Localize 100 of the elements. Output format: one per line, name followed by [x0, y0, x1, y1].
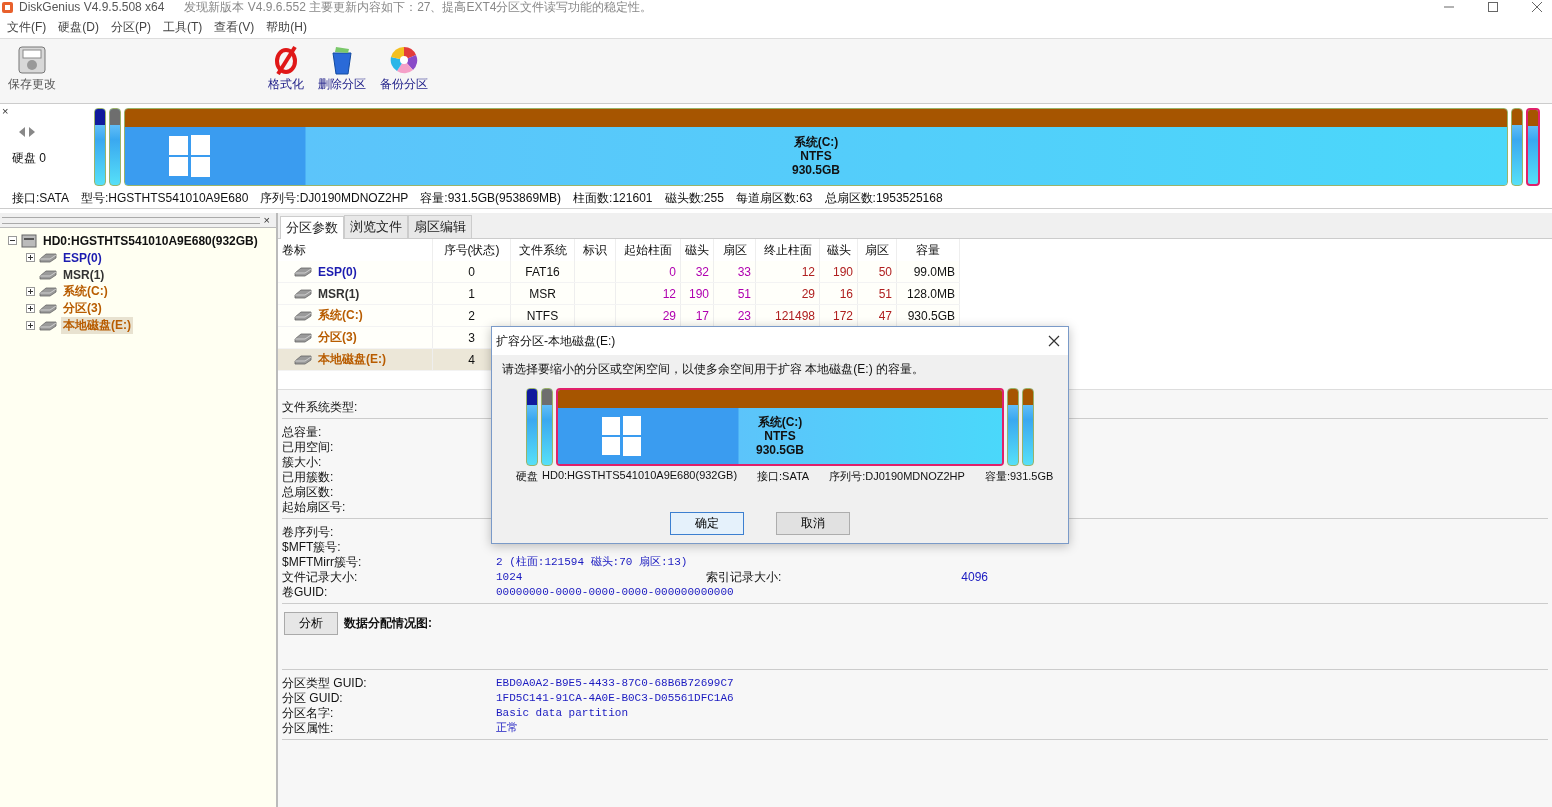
disk-info-text: 接口:SATA — [12, 189, 69, 207]
expand-icon[interactable] — [26, 321, 35, 330]
partition-bar[interactable] — [1511, 108, 1523, 186]
volume-name: 本地磁盘(E:) — [318, 351, 386, 368]
close-icon[interactable] — [1048, 335, 1060, 347]
window-title: DiskGenius V4.9.5.508 x64 — [19, 0, 165, 14]
expand-icon[interactable] — [26, 287, 35, 296]
save-icon[interactable] — [17, 45, 47, 75]
field-value: EBD0A0A2-B9E5-4433-87C0-68B6B72699C7 — [496, 676, 734, 691]
tab[interactable]: 扇区编辑 — [408, 215, 472, 238]
table-row-cell[interactable]: 分区(3) — [278, 326, 433, 349]
menu-item[interactable]: 分区(P) — [106, 18, 156, 36]
partition-bar[interactable] — [526, 388, 538, 466]
field-label: 分区属性: — [282, 721, 335, 736]
menu-item[interactable]: 查看(V) — [209, 18, 260, 36]
disk-info-text: 序列号:DJ0190MDNOZ2HP — [829, 469, 965, 484]
disk-info-text: 型号:HGSTHTS541010A9E680 — [80, 189, 249, 207]
toolbar-button[interactable]: 格式化 — [266, 43, 306, 95]
field-label: 起始扇区号: — [282, 500, 347, 515]
windows-logo-icon — [169, 135, 211, 177]
field-label: 总扇区数: — [282, 485, 335, 500]
close-icon[interactable] — [1532, 2, 1542, 12]
table-cell: 99.0MB — [896, 261, 960, 283]
table-cell: 190 — [819, 261, 858, 283]
collapse-icon[interactable] — [8, 236, 17, 245]
tab[interactable]: 浏览文件 — [344, 215, 408, 238]
update-notice: 发现新版本 V4.9.6.552 主要更新内容如下：27、提高EXT4分区文件读写功能的稳定性。 — [184, 0, 653, 14]
field-label: 文件系统类型: — [282, 400, 359, 415]
panel-grip[interactable] — [2, 216, 260, 224]
menu-item[interactable]: 帮助(H) — [261, 18, 312, 36]
partition-size: 930.5GB — [792, 163, 840, 177]
partition-block[interactable]: 系统(C:) NTFS 930.5GB — [556, 388, 1004, 466]
field-label: 总容量: — [282, 425, 323, 440]
disk-info-text: 柱面数:121601 — [573, 189, 653, 207]
table-row-cell[interactable]: ESP(0) — [278, 261, 433, 283]
field-value: 1024 — [496, 570, 524, 585]
field-label: 簇大小: — [282, 455, 323, 470]
table-cell: 0 — [432, 261, 511, 283]
expand-icon[interactable] — [26, 304, 35, 313]
disk-info-text: 接口:SATA — [757, 469, 810, 484]
disk-info-text: 每道扇区数:63 — [735, 189, 813, 207]
partition-bar[interactable] — [94, 108, 106, 186]
ok-button[interactable]: 确定 — [670, 512, 744, 535]
app-logo-icon — [2, 1, 13, 13]
disk-label: 硬盘 0 — [12, 150, 47, 167]
toolbar-button[interactable]: 备份分区 — [378, 43, 430, 95]
toolbar-button[interactable]: 删除分区 — [316, 43, 368, 95]
disk-info-text: HD0:HGSTHTS541010A9E680(932GB) — [542, 469, 738, 483]
table-row-cell[interactable]: MSR(1) — [278, 282, 433, 305]
table-cell: 0 — [615, 261, 681, 283]
partition-block[interactable]: 系统(C:) NTFS 930.5GB — [124, 108, 1508, 186]
tree-item[interactable]: ESP(0) — [61, 250, 104, 265]
disk-info-text: 总扇区数:1953525168 — [824, 189, 943, 207]
tree-item[interactable]: HD0:HGSTHTS541010A9E680(932GB) — [41, 233, 260, 248]
field-value: 00000000-0000-0000-0000-000000000000 — [496, 585, 734, 600]
toolbar-button[interactable]: 保存更改 — [6, 43, 58, 95]
chart-label: 数据分配情况图: — [344, 615, 432, 632]
disk-label: 硬盘 — [516, 469, 538, 484]
field-label: 已用簇数: — [282, 470, 335, 485]
field-value: Basic data partition — [496, 706, 630, 721]
volume-name: 分区(3) — [318, 329, 357, 346]
volume-name: ESP(0) — [318, 264, 357, 279]
file-system: NTFS — [764, 429, 796, 443]
table-row-cell[interactable]: 系统(C:) — [278, 304, 433, 327]
table-cell: FAT16 — [510, 261, 575, 283]
tree-item[interactable]: 系统(C:) — [61, 283, 110, 300]
analyze-button[interactable]: 分析 — [284, 612, 338, 635]
field-value: 2 (柱面:121594 磁头:70 扇区:13) — [496, 555, 689, 570]
partition-name: 系统(C:) — [757, 415, 803, 429]
tree-item[interactable]: 分区(3) — [61, 300, 104, 317]
close-button[interactable]: × — [263, 215, 270, 225]
close-button[interactable]: × — [2, 106, 90, 116]
field-label: $MFTMirr簇号: — [282, 555, 363, 570]
tab[interactable]: 分区参数 — [280, 216, 344, 239]
tree-item[interactable]: 本地磁盘(E:) — [61, 317, 133, 334]
table-cell: 32 — [680, 261, 714, 283]
windows-logo-icon — [602, 416, 642, 456]
cancel-button[interactable]: 取消 — [776, 512, 850, 535]
field-label: 分区名字: — [282, 706, 335, 721]
disk-info-text: 容量:931.5GB — [984, 469, 1054, 484]
tree-item[interactable]: MSR(1) — [61, 267, 107, 282]
table-cell: 33 — [713, 261, 756, 283]
table-row-cell[interactable]: 本地磁盘(E:) — [278, 348, 433, 371]
expand-icon[interactable] — [26, 253, 35, 262]
menu-item[interactable]: 工具(T) — [158, 18, 208, 36]
field-label: $MFT簇号: — [282, 540, 342, 555]
table-cell: 50 — [857, 261, 897, 283]
volume-name: MSR(1) — [318, 286, 360, 301]
field-value: 1FD5C141-91CA-4A0E-B0C3-D05561DFC1A6 — [496, 691, 734, 706]
menu-item[interactable]: 硬盘(D) — [53, 18, 104, 36]
field-label: 索引记录大小: — [706, 570, 782, 585]
maximize-icon[interactable] — [1488, 2, 1498, 12]
color-wheel-icon[interactable] — [389, 45, 419, 75]
disk-info-text: 序列号:DJ0190MDNOZ2HP — [260, 189, 409, 207]
partition-size: 930.5GB — [756, 443, 804, 457]
field-label: 卷序列号: — [282, 525, 335, 540]
table-cell: 12 — [755, 261, 820, 283]
field-label: 已用空间: — [282, 440, 335, 455]
field-label: 文件记录大小: — [282, 570, 359, 585]
menu-item[interactable]: 文件(F) — [2, 18, 52, 36]
